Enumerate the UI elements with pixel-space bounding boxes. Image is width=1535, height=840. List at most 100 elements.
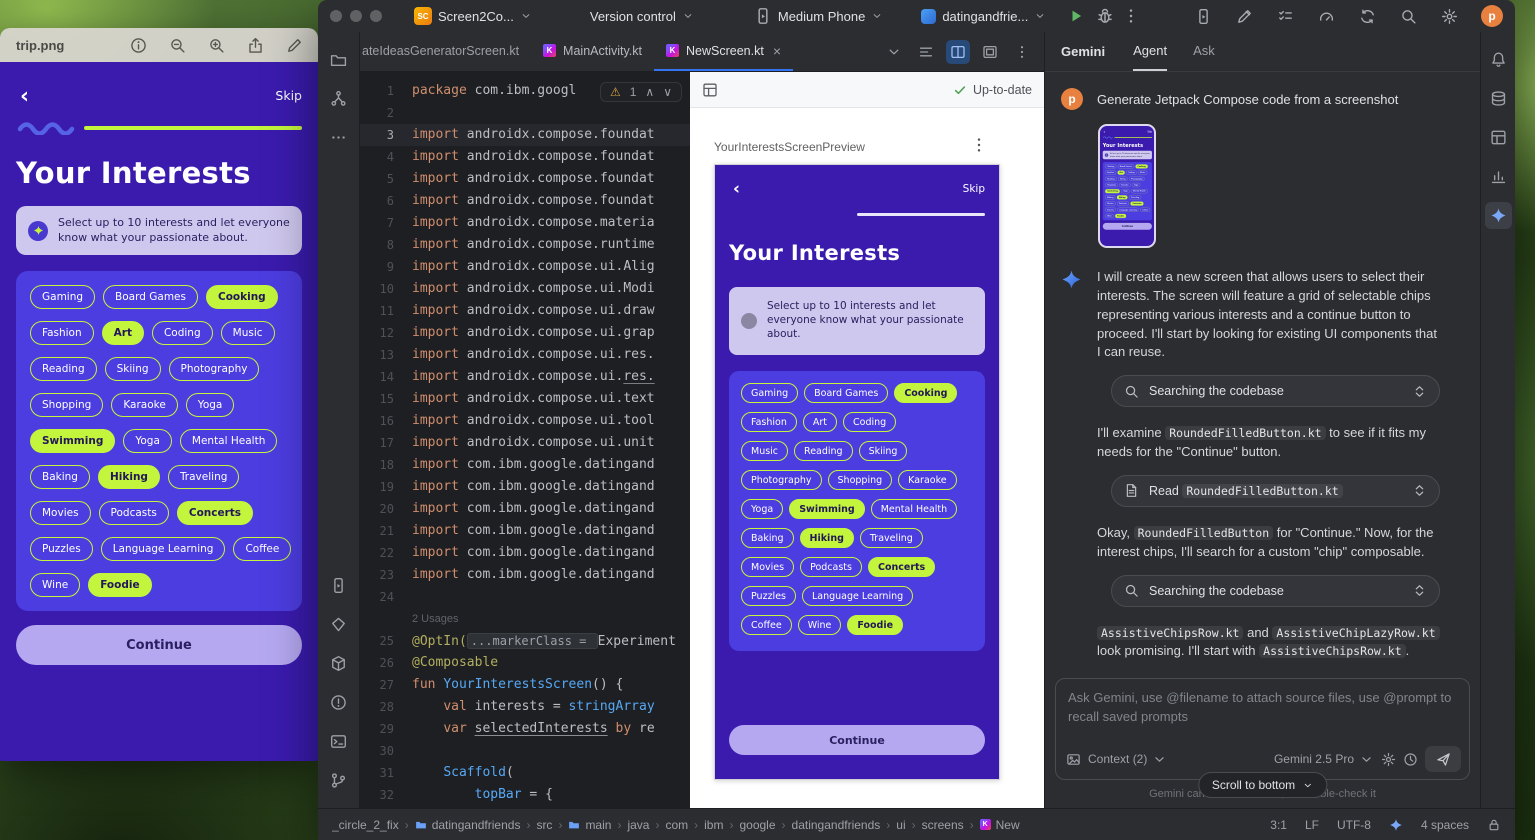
interest-chip-coding[interactable]: Coding [152, 321, 213, 345]
interest-chip-hiking[interactable]: Hiking [800, 528, 854, 548]
expand-collapse-icon[interactable] [1412, 384, 1427, 399]
code-line-15[interactable]: 15import androidx.compose.ui.text [360, 388, 690, 410]
interest-chip-cooking[interactable]: Cooking [206, 285, 278, 309]
interest-chip-art[interactable]: Art [1117, 171, 1124, 175]
update-project-icon[interactable] [1358, 7, 1376, 25]
interest-chip-reading[interactable]: Reading [30, 357, 97, 381]
interest-chip-gaming[interactable]: Gaming [741, 383, 798, 403]
interest-chip-swimming[interactable]: Swimming [789, 499, 865, 519]
interest-chip-wine[interactable]: Wine [798, 615, 842, 635]
gemini-tool-icon[interactable] [1485, 202, 1512, 229]
code-line-25[interactable]: 25@OptIn(...markerClass = Experiment [360, 630, 690, 652]
code-line-4[interactable]: 4import androidx.compose.foundat [360, 146, 690, 168]
code-line-10[interactable]: 10import androidx.compose.ui.Modi [360, 278, 690, 300]
code-line-18[interactable]: 18import com.ibm.google.datingand [360, 454, 690, 476]
readonly-lock-icon[interactable] [1487, 818, 1501, 832]
line-separator[interactable]: LF [1305, 818, 1319, 832]
continue-button[interactable]: Continue [1103, 223, 1152, 230]
interest-chip-traveling[interactable]: Traveling [1129, 195, 1141, 199]
structure-tool-icon[interactable] [325, 85, 352, 112]
run-configuration[interactable]: datingandfrie... [915, 6, 1052, 27]
run-button[interactable] [1068, 8, 1084, 24]
interest-chip-baking[interactable]: Baking [1105, 195, 1115, 199]
breadcrumb-item-datingandfriends[interactable]: datingandfriends [792, 818, 881, 832]
interest-chip-music[interactable]: Music [1138, 171, 1147, 175]
breadcrumb-item-main[interactable]: main [568, 818, 611, 832]
expand-collapse-icon[interactable] [1412, 583, 1427, 598]
interest-chip-puzzles[interactable]: Puzzles [741, 586, 796, 606]
code-line-27[interactable]: 27fun YourInterestsScreen() { [360, 674, 690, 696]
interest-chip-art[interactable]: Art [102, 321, 144, 345]
terminal-tool-icon[interactable] [325, 728, 352, 755]
problems-tool-icon[interactable] [325, 689, 352, 716]
interest-chip-foodie[interactable]: Foodie [1115, 214, 1126, 218]
usages-inlay-hint[interactable]: 2 Usages [412, 608, 458, 630]
interest-chip-board-games[interactable]: Board Games [1118, 164, 1134, 168]
interest-chip-cooking[interactable]: Cooking [894, 383, 957, 403]
editor-tab-NewScreen.kt[interactable]: KNewScreen.kt× [654, 32, 793, 71]
interest-chip-fashion[interactable]: Fashion [1105, 171, 1116, 175]
design-view-button[interactable] [978, 40, 1002, 64]
preview-options-kebab[interactable] [970, 136, 988, 154]
code-line-23[interactable]: 23import com.ibm.google.datingand [360, 564, 690, 586]
interest-chip-language-learning[interactable]: Language Learning [802, 586, 913, 606]
code-line-11[interactable]: 11import androidx.compose.ui.draw [360, 300, 690, 322]
code-line-9[interactable]: 9import androidx.compose.ui.Alig [360, 256, 690, 278]
version-control-tool-icon[interactable] [325, 767, 352, 794]
breadcrumb-item-screens[interactable]: screens [922, 818, 964, 832]
interest-chip-language-learning[interactable]: Language Learning [1117, 208, 1138, 212]
code-view-button[interactable] [914, 40, 938, 64]
interest-chip-concerts[interactable]: Concerts [868, 557, 935, 577]
breadcrumb-item-ibm[interactable]: ibm [704, 818, 723, 832]
scroll-to-bottom-button[interactable]: Scroll to bottom [1198, 772, 1327, 798]
next-problem-icon[interactable]: ∨ [663, 85, 672, 99]
interest-chip-reading[interactable]: Reading [1105, 177, 1116, 181]
interest-chip-yoga[interactable]: Yoga [123, 429, 172, 453]
code-line-3[interactable]: 3import androidx.compose.foundat [360, 124, 690, 146]
interest-chip-coding[interactable]: Coding [1126, 171, 1136, 175]
hidden-tabs-chevron[interactable] [882, 40, 906, 64]
profiler-icon[interactable] [1317, 7, 1335, 25]
code-line-32[interactable]: 32 topBar = { [360, 784, 690, 806]
code-line-8[interactable]: 8import androidx.compose.runtime [360, 234, 690, 256]
interest-chip-karaoke[interactable]: Karaoke [1119, 183, 1130, 187]
gemini-settings-icon[interactable] [1381, 752, 1396, 767]
code-line-5[interactable]: 5import androidx.compose.foundat [360, 168, 690, 190]
profile-avatar[interactable]: p [1481, 5, 1503, 27]
project-tool-icon[interactable] [325, 46, 352, 73]
agent-tool-call[interactable]: Searching the codebase [1111, 375, 1440, 407]
interest-chip-swimming[interactable]: Swimming [1105, 189, 1120, 193]
code-line-21[interactable]: 21import com.ibm.google.datingand [360, 520, 690, 542]
interest-chip-karaoke[interactable]: Karaoke [111, 393, 177, 417]
interest-chip-traveling[interactable]: Traveling [860, 528, 923, 548]
interest-chip-yoga[interactable]: Yoga [741, 499, 783, 519]
breadcrumb-item-_circle_2_fix[interactable]: _circle_2_fix [332, 818, 399, 832]
code-editor[interactable]: 1package com.ibm.googl23import androidx.… [360, 72, 690, 808]
file-encoding[interactable]: UTF-8 [1337, 818, 1371, 832]
settings-icon[interactable] [1440, 7, 1458, 25]
code-line-13[interactable]: 13import androidx.compose.ui.res. [360, 344, 690, 366]
inspections-widget[interactable]: ⚠ 1 ∧ ∨ [600, 82, 682, 102]
screenshot-attachment-thumbnail[interactable]: ‹SkipYour InterestsSelect up to 10 inter… [1098, 124, 1156, 248]
breadcrumb-item-java[interactable]: java [627, 818, 649, 832]
interest-chip-yoga[interactable]: Yoga [1132, 183, 1140, 187]
interest-chip-puzzles[interactable]: Puzzles [1105, 208, 1116, 212]
notifications-icon[interactable] [1485, 46, 1512, 73]
interest-chip-traveling[interactable]: Traveling [168, 465, 239, 489]
interest-chip-movies[interactable]: Movies [30, 501, 91, 525]
editor-tab-MainActivity.kt[interactable]: KMainActivity.kt [531, 32, 654, 71]
interest-chip-board-games[interactable]: Board Games [103, 285, 198, 309]
zoom-in-icon[interactable] [208, 37, 225, 54]
breadcrumb-item-google[interactable]: google [739, 818, 775, 832]
code-line-20[interactable]: 20import com.ibm.google.datingand [360, 498, 690, 520]
breadcrumb-item-ui[interactable]: ui [896, 818, 905, 832]
interest-chip-foodie[interactable]: Foodie [847, 615, 903, 635]
device-mirroring-icon[interactable] [1194, 7, 1212, 25]
interest-chip-skiing[interactable]: Skiing [859, 441, 908, 461]
interest-chip-concerts[interactable]: Concerts [177, 501, 253, 525]
interest-chip-hiking[interactable]: Hiking [98, 465, 160, 489]
code-line-6[interactable]: 6import androidx.compose.foundat [360, 190, 690, 212]
interest-chip-coding[interactable]: Coding [843, 412, 896, 432]
skip-button[interactable]: Skip [1147, 130, 1152, 133]
profiler-tool-icon[interactable] [1485, 163, 1512, 190]
